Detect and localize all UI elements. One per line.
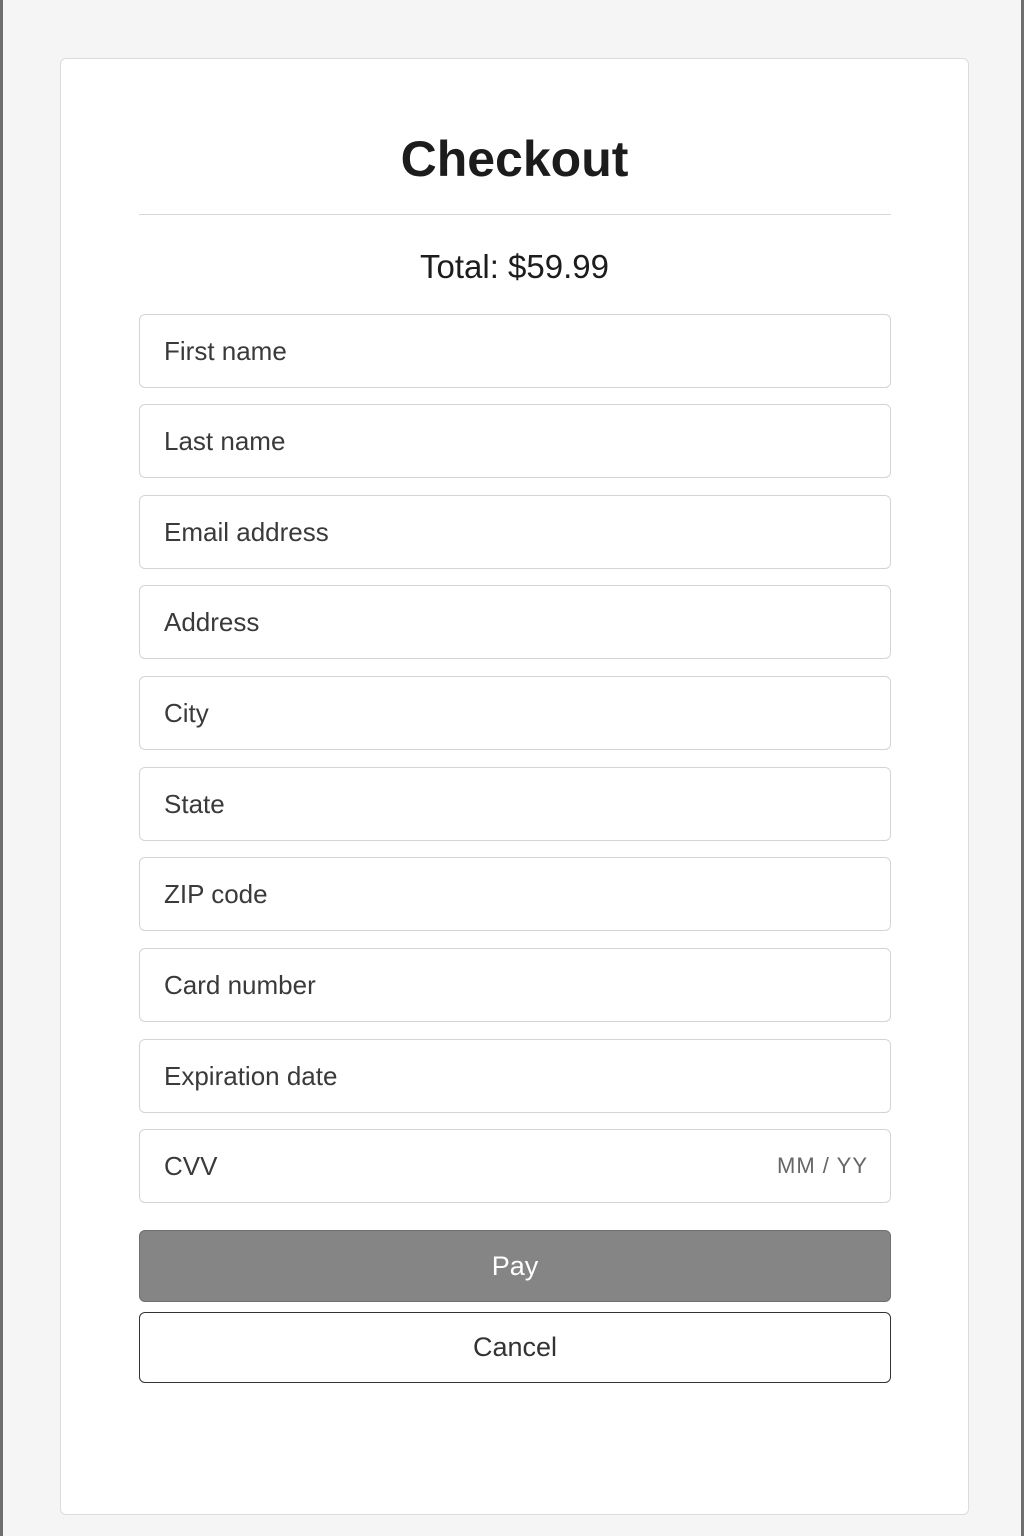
card-number-input[interactable]	[140, 949, 890, 1021]
first-name-field[interactable]	[139, 314, 891, 388]
zip-code-input[interactable]	[140, 858, 890, 930]
expiration-date-field[interactable]	[139, 1039, 891, 1113]
expiry-format-hint: MM / YY	[777, 1153, 868, 1178]
last-name-field[interactable]	[139, 404, 891, 478]
cancel-button[interactable]: Cancel	[139, 1312, 891, 1383]
pay-button[interactable]: Pay	[139, 1230, 891, 1302]
address-field[interactable]	[139, 585, 891, 659]
page-title: Checkout	[400, 131, 629, 187]
state-field[interactable]	[139, 767, 891, 841]
checkout-card: Checkout Total: $59.99 MM / YY Pay Cance…	[60, 58, 969, 1515]
email-input[interactable]	[140, 496, 890, 568]
zip-code-field[interactable]	[139, 857, 891, 931]
first-name-input[interactable]	[140, 315, 890, 387]
address-input[interactable]	[140, 586, 890, 658]
city-field[interactable]	[139, 676, 891, 750]
last-name-input[interactable]	[140, 405, 890, 477]
email-field[interactable]	[139, 495, 891, 569]
state-input[interactable]	[140, 768, 890, 840]
order-total: Total: $59.99	[420, 248, 609, 285]
cvv-field[interactable]: MM / YY	[139, 1129, 891, 1203]
city-input[interactable]	[140, 677, 890, 749]
card-number-field[interactable]	[139, 948, 891, 1022]
title-divider	[139, 214, 891, 215]
expiration-date-input[interactable]	[140, 1040, 890, 1112]
